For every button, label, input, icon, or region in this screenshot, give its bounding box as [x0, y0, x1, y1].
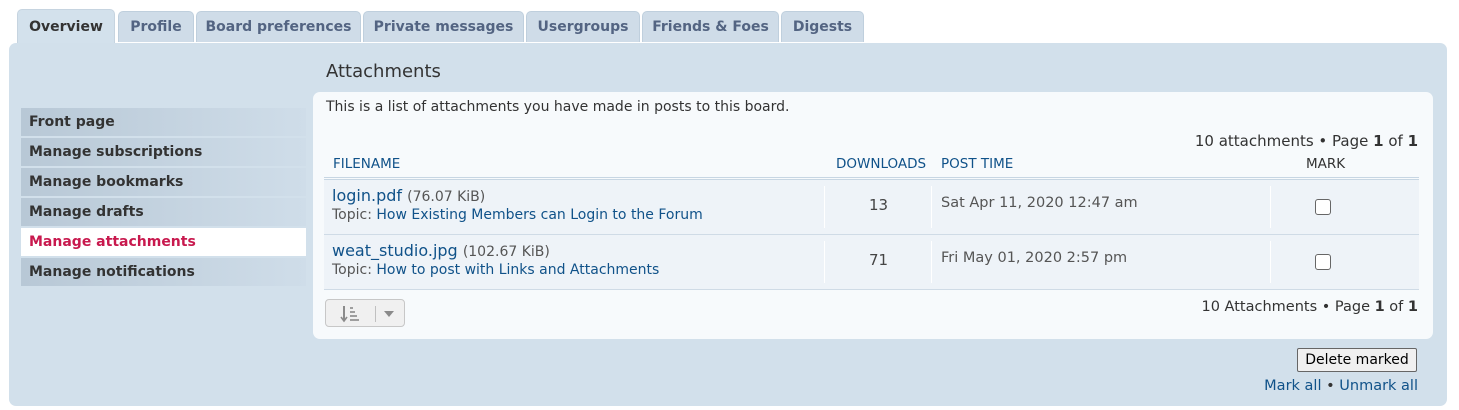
current-page: 1: [1374, 299, 1385, 315]
sidebar-item-label: Manage attachments: [29, 234, 196, 250]
topic-info: Topic: How Existing Members can Login to…: [332, 207, 703, 223]
tab-overview[interactable]: Overview: [17, 9, 115, 44]
cell-divider: [931, 186, 932, 228]
button-divider: [375, 306, 376, 322]
sort-options-button[interactable]: [325, 299, 405, 327]
cell-divider: [824, 241, 825, 283]
pagination-of: of: [1384, 299, 1408, 315]
separator: •: [1326, 378, 1335, 394]
unmark-all-link[interactable]: Unmark all: [1339, 378, 1418, 394]
sidebar-item-manage-subscriptions[interactable]: Manage subscriptions: [21, 138, 306, 166]
filename-link[interactable]: weat_studio.jpg: [332, 241, 458, 260]
file-info: weat_studio.jpg (102.67 KiB): [332, 241, 550, 260]
sidebar-item-label: Manage bookmarks: [29, 174, 184, 190]
tab-board-preferences[interactable]: Board preferences: [196, 11, 361, 42]
tab-profile[interactable]: Profile: [118, 11, 194, 42]
mark-checkbox[interactable]: [1315, 199, 1331, 215]
post-time: Fri May 01, 2020 2:57 pm: [941, 250, 1128, 266]
mark-checkbox[interactable]: [1315, 254, 1331, 270]
tab-private-messages[interactable]: Private messages: [363, 11, 524, 42]
tab-digests[interactable]: Digests: [781, 11, 864, 42]
sidebar-item-label: Manage subscriptions: [29, 144, 203, 160]
tab-friends-foes[interactable]: Friends & Foes: [642, 11, 779, 42]
pagination-of: of: [1383, 132, 1408, 150]
tab-label: Friends & Foes: [652, 19, 769, 35]
column-header-downloads[interactable]: DOWNLOADS: [836, 156, 926, 172]
column-header-mark: MARK: [1306, 156, 1346, 172]
sidebar-menu: Front page Manage subscriptions Manage b…: [21, 108, 306, 288]
filename-link[interactable]: login.pdf: [332, 186, 402, 205]
table-row: weat_studio.jpg (102.67 KiB) Topic: How …: [324, 235, 1419, 290]
sidebar-item-label: Manage drafts: [29, 204, 144, 220]
page-title: Attachments: [326, 61, 441, 82]
column-header-post-time[interactable]: POST TIME: [941, 156, 1013, 172]
header-divider: [324, 177, 1419, 178]
pagination-bottom: 10 Attachments • Page 1 of 1: [1202, 299, 1419, 315]
file-size: (102.67 KiB): [462, 244, 550, 260]
delete-marked-button[interactable]: Delete marked: [1297, 348, 1417, 372]
tab-usergroups[interactable]: Usergroups: [526, 11, 640, 42]
column-header-filename[interactable]: FILENAME: [333, 156, 400, 172]
intro-text: This is a list of attachments you have m…: [326, 99, 790, 115]
sidebar-item-label: Front page: [29, 114, 115, 130]
topic-link[interactable]: How to post with Links and Attachments: [376, 262, 659, 278]
cell-divider: [824, 186, 825, 228]
sort-descending-icon: [340, 306, 359, 323]
caret-down-icon: [384, 311, 394, 317]
tab-label: Digests: [792, 19, 853, 35]
total-pages: 1: [1407, 132, 1418, 150]
topic-link[interactable]: How Existing Members can Login to the Fo…: [376, 207, 702, 223]
table-row: login.pdf (76.07 KiB) Topic: How Existin…: [324, 180, 1419, 235]
cell-divider: [1270, 186, 1271, 228]
mark-links: Mark all • Unmark all: [1264, 378, 1418, 394]
current-page: 1: [1373, 132, 1384, 150]
sidebar-item-front-page[interactable]: Front page: [21, 108, 306, 136]
tab-label: Board preferences: [205, 19, 352, 35]
file-info: login.pdf (76.07 KiB): [332, 186, 485, 205]
cell-divider: [1270, 241, 1271, 283]
tab-label: Private messages: [373, 19, 514, 35]
post-time: Sat Apr 11, 2020 12:47 am: [941, 195, 1138, 211]
file-size: (76.07 KiB): [407, 189, 486, 205]
pagination-text: 10 Attachments • Page: [1201, 299, 1375, 315]
sidebar-item-label: Manage notifications: [29, 264, 195, 280]
tab-label: Profile: [130, 19, 182, 35]
tab-label: Overview: [29, 19, 103, 35]
topic-label: Topic:: [332, 262, 377, 278]
mark-all-link[interactable]: Mark all: [1264, 378, 1321, 394]
attachments-content: This is a list of attachments you have m…: [313, 92, 1433, 339]
topic-info: Topic: How to post with Links and Attach…: [332, 262, 659, 278]
pagination-text: 10 attachments • Page: [1194, 132, 1374, 150]
cell-divider: [931, 241, 932, 283]
sidebar-item-manage-bookmarks[interactable]: Manage bookmarks: [21, 168, 306, 196]
download-count: 13: [869, 196, 889, 214]
sidebar-item-manage-notifications[interactable]: Manage notifications: [21, 258, 306, 286]
total-pages: 1: [1407, 299, 1418, 315]
tab-label: Usergroups: [537, 19, 629, 35]
sidebar-item-manage-drafts[interactable]: Manage drafts: [21, 198, 306, 226]
topic-label: Topic:: [332, 207, 377, 223]
pagination-top: 10 attachments • Page 1 of 1: [1195, 132, 1418, 150]
sidebar-item-manage-attachments[interactable]: Manage attachments: [21, 228, 306, 256]
download-count: 71: [869, 251, 889, 269]
